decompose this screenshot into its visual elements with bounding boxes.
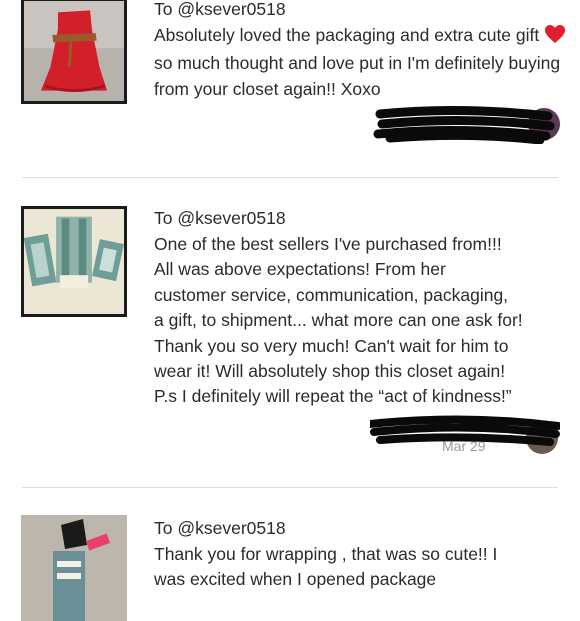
review-meta: Mar 29 xyxy=(370,104,560,144)
red-dress-image xyxy=(24,1,124,101)
review-recipient: To @ksever0518 xyxy=(154,208,286,228)
review-meta: Mar 29 xyxy=(370,410,560,454)
redaction-scribble xyxy=(373,105,555,144)
divider xyxy=(22,177,558,178)
review-recipient: To @ksever0518 xyxy=(154,518,286,538)
listing-thumbnail-red-dress[interactable] xyxy=(21,0,127,104)
redaction-scribble xyxy=(370,415,560,446)
review-text: Thank you for wrapping , that was so cut… xyxy=(154,544,498,590)
review-text: Absolutely loved the packaging and extra… xyxy=(154,23,574,102)
review-text: One of the best sellers I've purchased f… xyxy=(154,234,523,407)
review-recipient: To @ksever0518 xyxy=(154,0,286,19)
wrapped-gift-image xyxy=(21,515,127,621)
listing-thumbnail-wrapped-gift[interactable] xyxy=(21,515,127,621)
divider xyxy=(22,487,558,488)
suspenders-tie-image xyxy=(24,209,124,314)
red-heart-icon xyxy=(544,24,566,51)
listing-thumbnail-suspenders-tie[interactable] xyxy=(21,206,127,317)
